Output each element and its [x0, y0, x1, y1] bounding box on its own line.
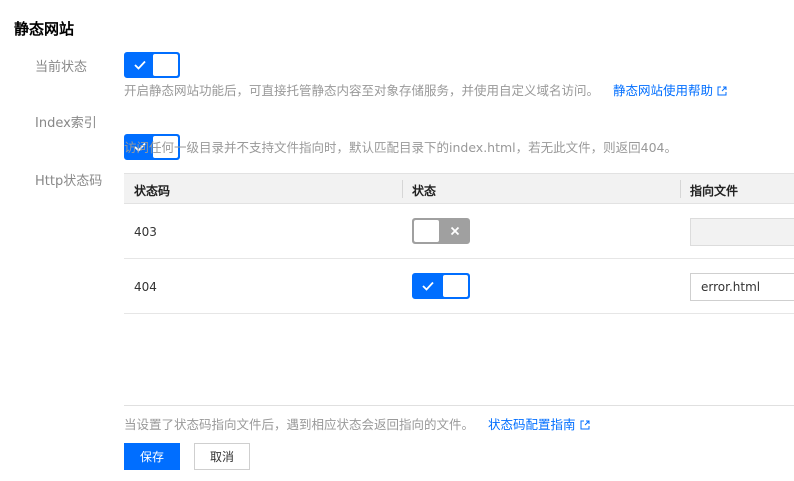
- external-link-icon: [717, 84, 727, 99]
- table-row: 403: [124, 204, 794, 259]
- status-code-toggle[interactable]: [412, 273, 470, 299]
- toggle-knob: [414, 220, 439, 242]
- status-description: 开启静态网站功能后，可直接托管静态内容至对象存储服务，并使用自定义域名访问。 静…: [124, 80, 727, 99]
- index-description: 访问任何一级目录并不支持文件指向时，默认匹配目录下的index.html，若无此…: [124, 140, 678, 155]
- column-divider: [680, 180, 681, 198]
- status-code: 404: [134, 280, 157, 294]
- save-button[interactable]: 保存: [124, 443, 180, 470]
- divider: [124, 405, 794, 406]
- index-label: Index索引: [35, 116, 97, 131]
- external-link-icon: [580, 418, 590, 433]
- help-link-label: 静态网站使用帮助: [613, 83, 714, 98]
- check-icon: [126, 54, 153, 76]
- table-row: 404: [124, 259, 794, 314]
- table-header: 状态码 状态 指向文件: [124, 173, 794, 204]
- check-icon: [414, 275, 441, 297]
- column-divider: [402, 180, 403, 198]
- column-header-file: 指向文件: [690, 184, 739, 198]
- http-status-label: Http状态码: [35, 174, 103, 189]
- column-header-status: 状态: [412, 184, 437, 198]
- cancel-button[interactable]: 取消: [194, 443, 250, 470]
- http-status-note: 当设置了状态码指向文件后，遇到相应状态会返回指向的文件。 状态码配置指南: [124, 414, 590, 433]
- status-code-toggle[interactable]: [412, 218, 470, 244]
- status-label: 当前状态: [35, 60, 88, 75]
- target-file-input[interactable]: [690, 273, 794, 301]
- status-code-guide-link[interactable]: 状态码配置指南: [488, 417, 590, 432]
- toggle-knob: [443, 275, 468, 297]
- status-toggle[interactable]: [124, 52, 180, 78]
- status-code: 403: [134, 225, 157, 239]
- toggle-knob: [153, 54, 178, 76]
- page-title: 静态网站: [14, 20, 75, 38]
- static-site-help-link[interactable]: 静态网站使用帮助: [613, 83, 727, 98]
- close-icon: [441, 220, 468, 242]
- column-header-code: 状态码: [134, 184, 171, 198]
- target-file-input[interactable]: [690, 218, 794, 246]
- http-status-note-text: 当设置了状态码指向文件后，遇到相应状态会返回指向的文件。: [124, 417, 475, 432]
- guide-link-label: 状态码配置指南: [488, 417, 576, 432]
- status-description-text: 开启静态网站功能后，可直接托管静态内容至对象存储服务，并使用自定义域名访问。: [124, 83, 600, 98]
- http-status-table: 状态码 状态 指向文件 403 404: [124, 173, 794, 315]
